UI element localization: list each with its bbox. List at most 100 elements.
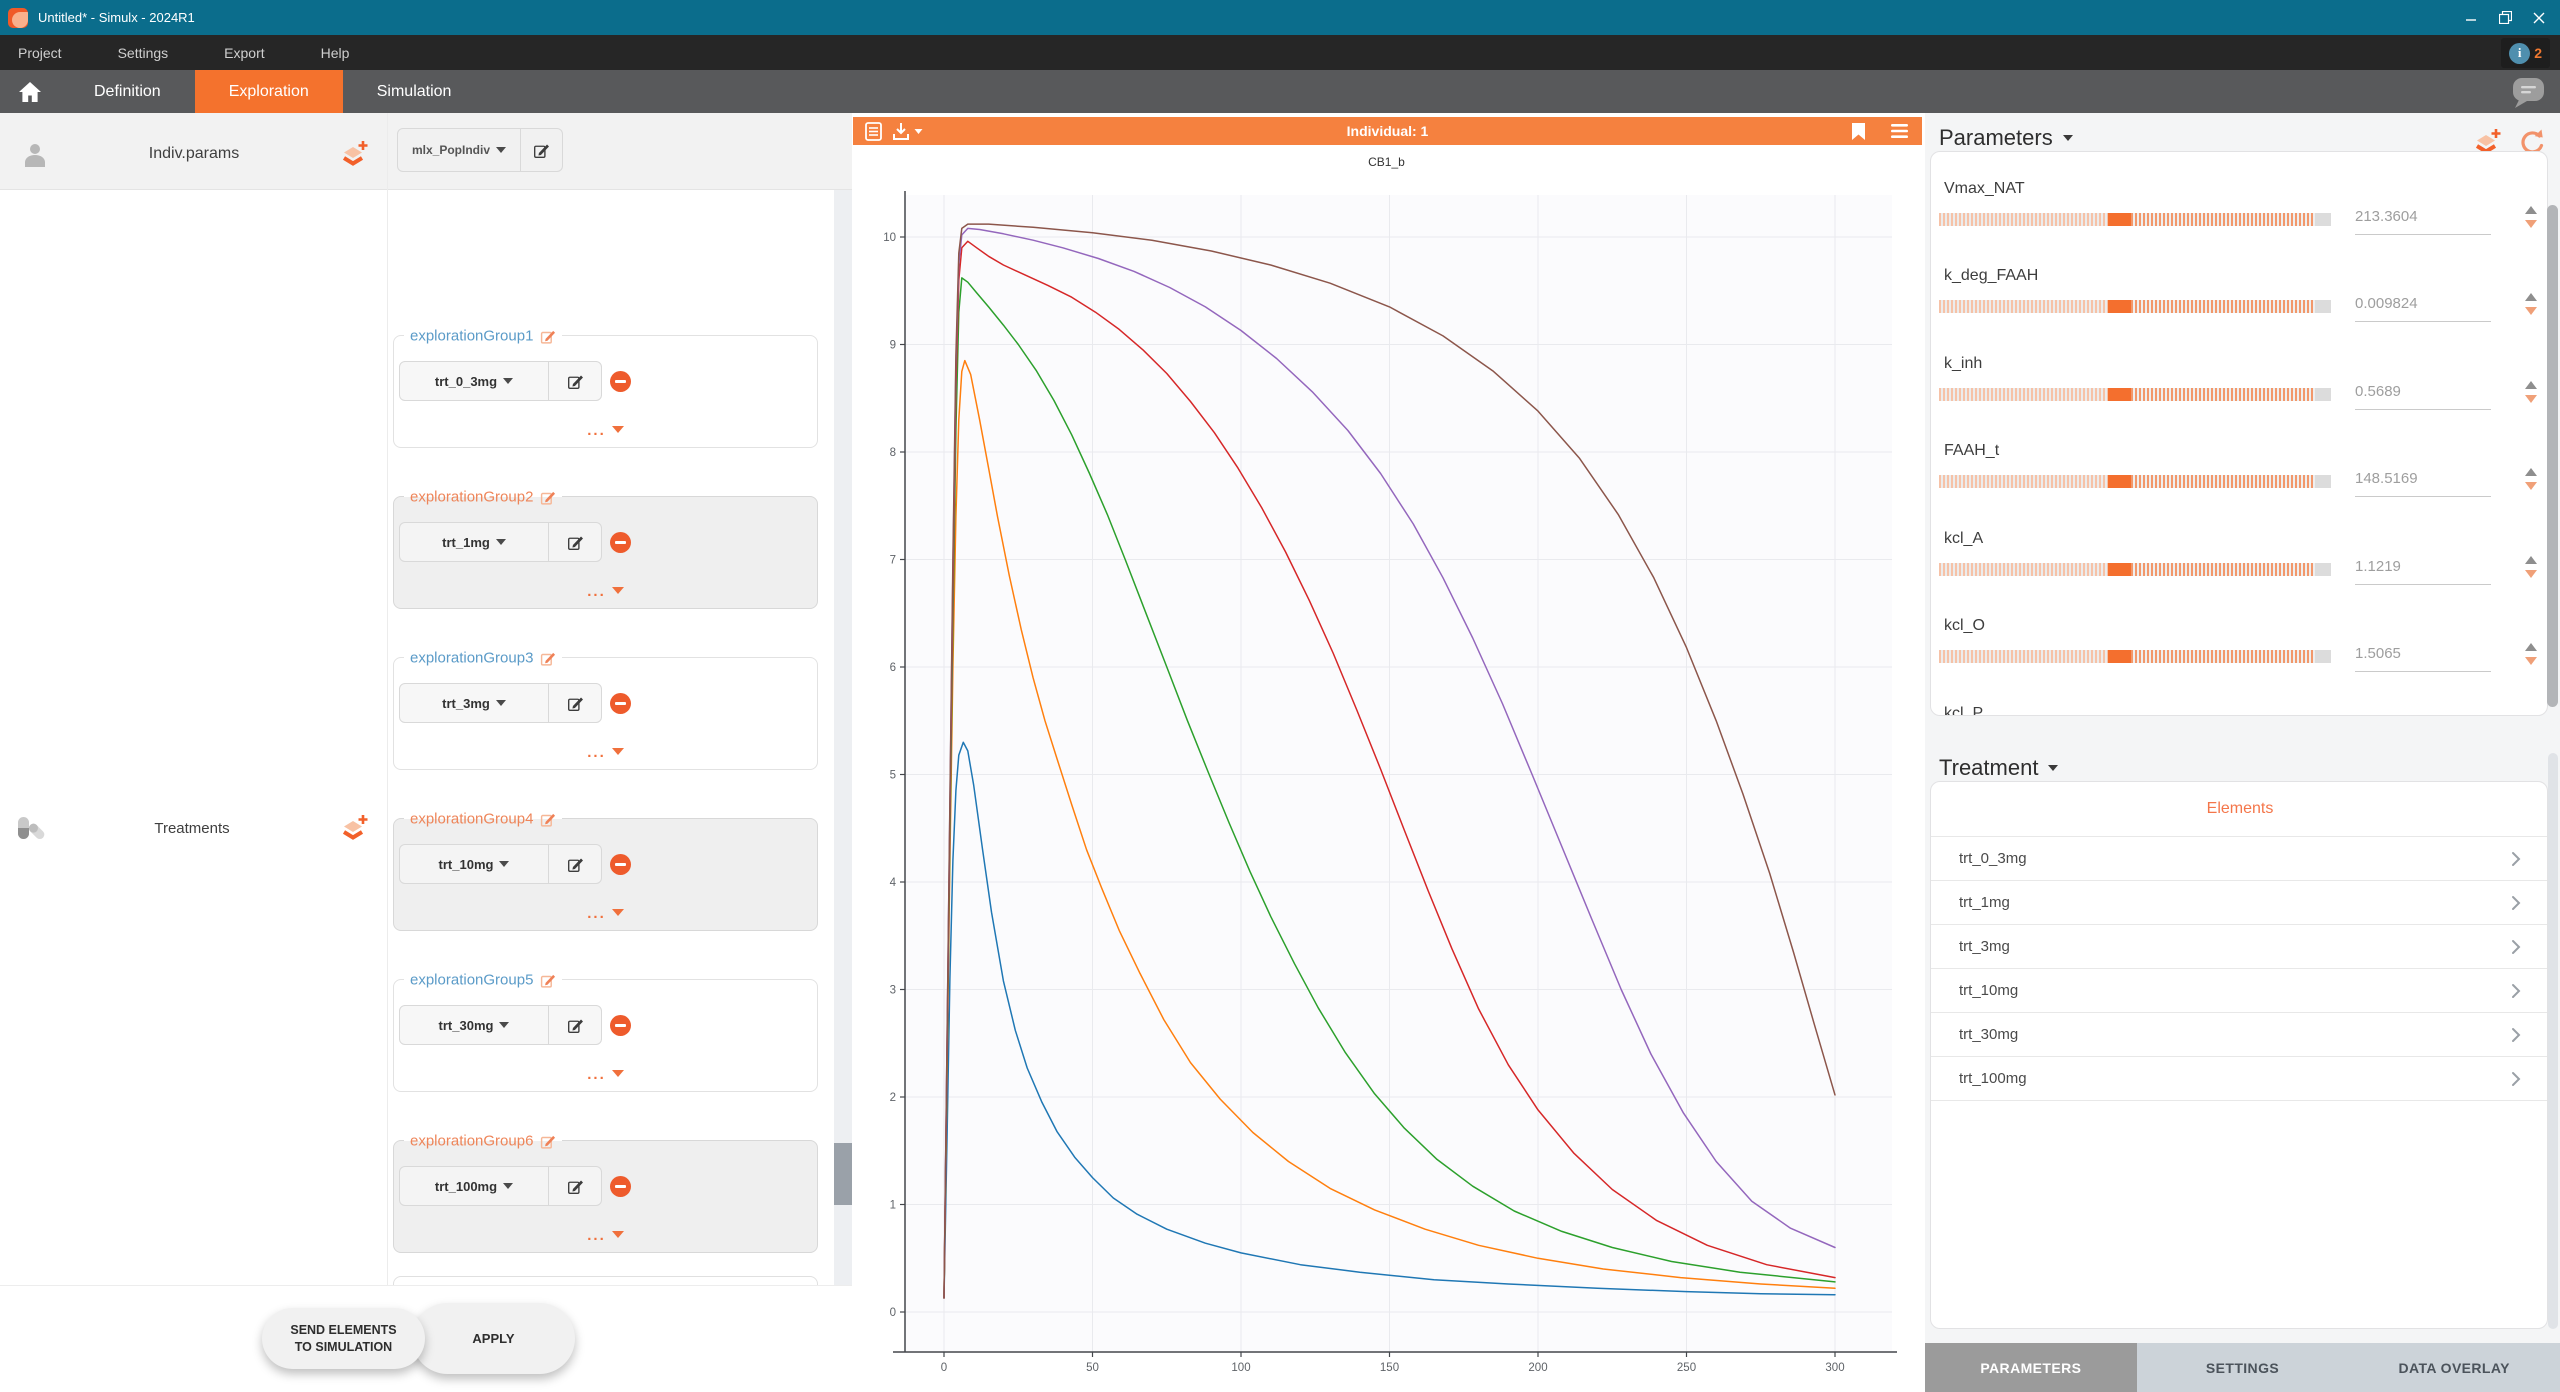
treatment-edit-button[interactable]	[548, 1166, 602, 1206]
parameter-row: k_deg_FAAH 0.009824	[1931, 267, 2548, 355]
tab-settings[interactable]: SETTINGS	[2137, 1343, 2349, 1392]
decrement-button[interactable]	[2525, 657, 2537, 665]
chevron-down-icon	[499, 861, 509, 867]
more-options-button[interactable]: ...	[394, 583, 817, 600]
treatment-section-title[interactable]: Treatment	[1939, 755, 2058, 781]
treatment-dropdown[interactable]: trt_100mg	[399, 1166, 549, 1206]
remove-treatment-button[interactable]	[610, 854, 631, 875]
increment-button[interactable]	[2525, 293, 2537, 301]
left-panel-scrollbar-thumb[interactable]	[834, 1143, 852, 1205]
parameter-value[interactable]: 213.3604	[2355, 208, 2491, 235]
treatment-element-row[interactable]: trt_10mg	[1931, 968, 2548, 1012]
increment-button[interactable]	[2525, 556, 2537, 564]
right-panel-scrollbar-track[interactable]	[2548, 753, 2558, 1329]
decrement-button[interactable]	[2525, 482, 2537, 490]
more-options-button[interactable]: ...	[394, 744, 817, 761]
rename-pencil-icon[interactable]	[540, 972, 556, 988]
treatment-element-row[interactable]: trt_0_3mg	[1931, 836, 2548, 880]
notifications-button[interactable]: i 2	[2501, 38, 2550, 68]
menu-settings[interactable]: Settings	[100, 45, 187, 61]
parameter-value[interactable]: 1.1219	[2355, 558, 2491, 585]
tab-data-overlay[interactable]: DATA OVERLAY	[2348, 1343, 2560, 1392]
plot-title: CB1_b	[852, 155, 1921, 169]
remove-treatment-button[interactable]	[610, 371, 631, 392]
tab-simulation[interactable]: Simulation	[343, 70, 486, 113]
increment-button[interactable]	[2525, 468, 2537, 476]
treatment-dropdown[interactable]: trt_0_3mg	[399, 361, 549, 401]
rename-pencil-icon[interactable]	[540, 650, 556, 666]
menu-help[interactable]: Help	[303, 45, 368, 61]
treatment-edit-button[interactable]	[548, 361, 602, 401]
remove-treatment-button[interactable]	[610, 693, 631, 714]
more-options-button[interactable]: ...	[394, 422, 817, 439]
model-edit-button[interactable]	[521, 128, 563, 172]
decrement-button[interactable]	[2525, 395, 2537, 403]
home-button[interactable]	[0, 70, 60, 113]
left-panel-scrollbar-track[interactable]	[834, 190, 852, 1285]
parameter-slider[interactable]	[1939, 388, 2331, 401]
parameters-section-title[interactable]: Parameters	[1939, 125, 2073, 151]
treatment-edit-button[interactable]	[548, 844, 602, 884]
treatment-dropdown[interactable]: trt_10mg	[399, 844, 549, 884]
menu-export[interactable]: Export	[206, 45, 282, 61]
parameter-value[interactable]: 148.5169	[2355, 470, 2491, 497]
maximize-button[interactable]	[2488, 0, 2522, 35]
treatment-edit-button[interactable]	[548, 683, 602, 723]
rename-pencil-icon[interactable]	[540, 328, 556, 344]
remove-treatment-button[interactable]	[610, 1176, 631, 1197]
treatment-element-row[interactable]: trt_100mg	[1931, 1056, 2548, 1100]
remove-treatment-button[interactable]	[610, 1015, 631, 1036]
treatment-dropdown[interactable]: trt_3mg	[399, 683, 549, 723]
parameter-value[interactable]: 0.5689	[2355, 383, 2491, 410]
chart-menu-button[interactable]	[1891, 124, 1908, 138]
send-to-simulation-button[interactable]: SEND ELEMENTS TO SIMULATION	[262, 1308, 425, 1369]
remove-treatment-button[interactable]	[610, 532, 631, 553]
parameter-slider[interactable]	[1939, 213, 2331, 226]
bookmark-button[interactable]	[1852, 123, 1865, 140]
apply-button[interactable]: APPLY	[412, 1303, 575, 1374]
parameter-value[interactable]: 0.009824	[2355, 295, 2491, 322]
add-treatment-element-button[interactable]	[338, 813, 370, 843]
model-selector-dropdown[interactable]: mlx_PopIndiv	[397, 128, 521, 172]
more-options-button[interactable]: ...	[394, 905, 817, 922]
increment-button[interactable]	[2525, 381, 2537, 389]
tab-exploration[interactable]: Exploration	[195, 70, 343, 113]
rename-pencil-icon[interactable]	[540, 1133, 556, 1149]
data-table-button[interactable]	[865, 122, 882, 141]
svg-text:150: 150	[1380, 1362, 1399, 1374]
treatment-edit-button[interactable]	[548, 522, 602, 562]
parameters-scrollbar-thumb[interactable]	[2547, 205, 2558, 707]
increment-button[interactable]	[2525, 643, 2537, 651]
treatment-dropdown[interactable]: trt_1mg	[399, 522, 549, 562]
parameter-slider[interactable]	[1939, 563, 2331, 576]
feedback-chat-button[interactable]	[2510, 76, 2546, 110]
tab-parameters[interactable]: PARAMETERS	[1925, 1343, 2137, 1392]
treatment-element-row[interactable]: trt_30mg	[1931, 1012, 2548, 1056]
decrement-button[interactable]	[2525, 220, 2537, 228]
parameter-value[interactable]: 1.5065	[2355, 645, 2491, 672]
rename-pencil-icon[interactable]	[540, 489, 556, 505]
treatment-element-row[interactable]: trt_3mg	[1931, 924, 2548, 968]
add-indiv-element-button[interactable]	[338, 139, 370, 169]
more-options-button[interactable]: ...	[394, 1227, 817, 1244]
treatment-element-row[interactable]: trt_1mg	[1931, 880, 2548, 924]
exploration-left-panel: Indiv.params mlx_PopIndiv	[0, 113, 852, 1392]
treatment-edit-button[interactable]	[548, 1005, 602, 1045]
treatment-dropdown[interactable]: trt_30mg	[399, 1005, 549, 1045]
decrement-button[interactable]	[2525, 307, 2537, 315]
chevron-right-icon	[2511, 851, 2521, 867]
parameter-slider[interactable]	[1939, 475, 2331, 488]
cb1b-line-chart[interactable]: 012345678910050100150200250300	[852, 173, 1925, 1392]
svg-text:0: 0	[890, 1307, 896, 1319]
export-chart-button[interactable]	[892, 122, 923, 141]
increment-button[interactable]	[2525, 206, 2537, 214]
parameter-slider[interactable]	[1939, 650, 2331, 663]
menu-project[interactable]: Project	[0, 45, 80, 61]
close-button[interactable]	[2522, 0, 2556, 35]
more-options-button[interactable]: ...	[394, 1066, 817, 1083]
minimize-button[interactable]	[2454, 0, 2488, 35]
decrement-button[interactable]	[2525, 570, 2537, 578]
tab-definition[interactable]: Definition	[60, 70, 195, 113]
parameter-slider[interactable]	[1939, 300, 2331, 313]
rename-pencil-icon[interactable]	[540, 811, 556, 827]
